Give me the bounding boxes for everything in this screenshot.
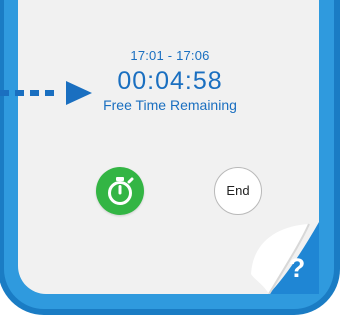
session-time-range: 17:01 - 17:06 [130, 48, 210, 63]
stopwatch-button[interactable] [96, 167, 144, 215]
stopwatch-icon [108, 177, 134, 205]
dotted-arrow-icon [0, 81, 92, 105]
help-button[interactable]: ? [247, 222, 319, 294]
end-button[interactable]: End [214, 167, 262, 215]
help-question-mark: ? [288, 253, 306, 283]
app-view: 17:01 - 17:06 00:04:58 Free Time Remaini… [0, 0, 340, 321]
